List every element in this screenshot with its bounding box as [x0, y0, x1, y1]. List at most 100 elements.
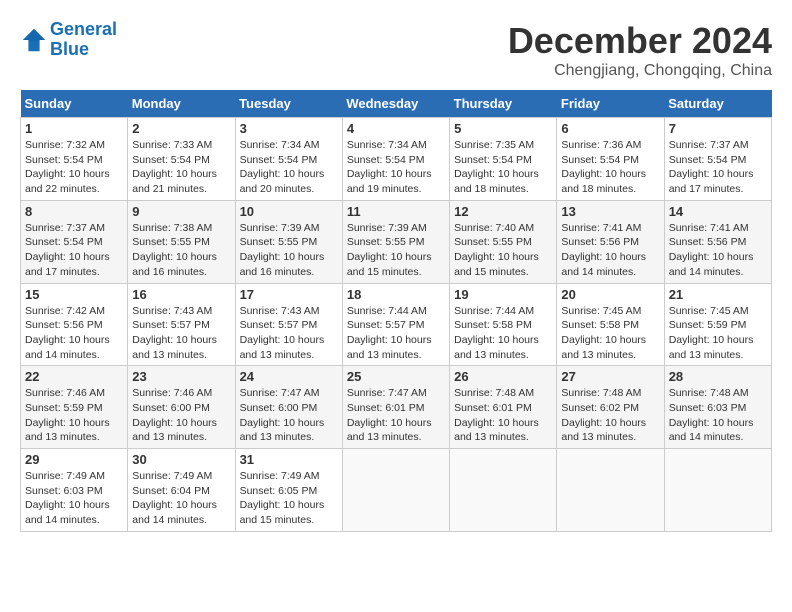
calendar-cell: 7 Sunrise: 7:37 AMSunset: 5:54 PMDaylight…	[664, 118, 771, 201]
day-number: 1	[25, 121, 123, 136]
day-number: 17	[240, 287, 338, 302]
day-info: Sunrise: 7:38 AMSunset: 5:55 PMDaylight:…	[132, 221, 230, 280]
calendar-cell: 5Sunrise: 7:35 AMSunset: 5:54 PMDaylight…	[450, 118, 557, 201]
day-info: Sunrise: 7:45 AMSunset: 5:59 PMDaylight:…	[669, 304, 767, 363]
month-title: December 2024	[508, 20, 772, 62]
day-number: 24	[240, 369, 338, 384]
day-number: 16	[132, 287, 230, 302]
calendar-cell: 31 Sunrise: 7:49 AMSunset: 6:05 PMDayligh…	[235, 449, 342, 532]
calendar-cell: 28 Sunrise: 7:48 AMSunset: 6:03 PMDayligh…	[664, 366, 771, 449]
day-number: 23	[132, 369, 230, 384]
day-info: Sunrise: 7:43 AMSunset: 5:57 PMDaylight:…	[132, 304, 230, 363]
day-number: 27	[561, 369, 659, 384]
day-info: Sunrise: 7:46 AMSunset: 6:00 PMDaylight:…	[132, 386, 230, 445]
calendar-cell: 19 Sunrise: 7:44 AMSunset: 5:58 PMDayligh…	[450, 283, 557, 366]
day-info: Sunrise: 7:39 AMSunset: 5:55 PMDaylight:…	[347, 221, 445, 280]
day-info: Sunrise: 7:40 AMSunset: 5:55 PMDaylight:…	[454, 221, 552, 280]
day-number: 15	[25, 287, 123, 302]
calendar-week-row: 1Sunrise: 7:32 AMSunset: 5:54 PMDaylight…	[21, 118, 772, 201]
col-thursday: Thursday	[450, 90, 557, 118]
day-number: 28	[669, 369, 767, 384]
calendar-body: 1Sunrise: 7:32 AMSunset: 5:54 PMDaylight…	[21, 118, 772, 532]
day-number: 4	[347, 121, 445, 136]
day-number: 9	[132, 204, 230, 219]
day-info: Sunrise: 7:48 AMSunset: 6:03 PMDaylight:…	[669, 386, 767, 445]
calendar-cell: 25 Sunrise: 7:47 AMSunset: 6:01 PMDayligh…	[342, 366, 449, 449]
calendar-cell: 21 Sunrise: 7:45 AMSunset: 5:59 PMDayligh…	[664, 283, 771, 366]
calendar-cell: 13Sunrise: 7:41 AMSunset: 5:56 PMDayligh…	[557, 200, 664, 283]
calendar-cell: 17 Sunrise: 7:43 AMSunset: 5:57 PMDayligh…	[235, 283, 342, 366]
col-sunday: Sunday	[21, 90, 128, 118]
day-number: 22	[25, 369, 123, 384]
day-number: 7	[669, 121, 767, 136]
day-number: 6	[561, 121, 659, 136]
logo-text: General Blue	[50, 20, 117, 60]
day-number: 29	[25, 452, 123, 467]
calendar-cell	[557, 449, 664, 532]
day-info: Sunrise: 7:41 AMSunset: 5:56 PMDaylight:…	[669, 221, 767, 280]
day-info: Sunrise: 7:48 AMSunset: 6:01 PMDaylight:…	[454, 386, 552, 445]
day-info: Sunrise: 7:43 AMSunset: 5:57 PMDaylight:…	[240, 304, 338, 363]
calendar-cell: 20Sunrise: 7:45 AMSunset: 5:58 PMDayligh…	[557, 283, 664, 366]
day-number: 25	[347, 369, 445, 384]
day-number: 14	[669, 204, 767, 219]
day-info: Sunrise: 7:37 AMSunset: 5:54 PMDaylight:…	[25, 221, 123, 280]
day-info: Sunrise: 7:49 AMSunset: 6:04 PMDaylight:…	[132, 469, 230, 528]
location: Chengjiang, Chongqing, China	[508, 62, 772, 80]
day-info: Sunrise: 7:49 AMSunset: 6:05 PMDaylight:…	[240, 469, 338, 528]
day-info: Sunrise: 7:49 AMSunset: 6:03 PMDaylight:…	[25, 469, 123, 528]
day-info: Sunrise: 7:47 AMSunset: 6:00 PMDaylight:…	[240, 386, 338, 445]
calendar-header-row: Sunday Monday Tuesday Wednesday Thursday…	[21, 90, 772, 118]
logo-icon	[20, 26, 48, 54]
day-info: Sunrise: 7:44 AMSunset: 5:57 PMDaylight:…	[347, 304, 445, 363]
calendar-cell: 16 Sunrise: 7:43 AMSunset: 5:57 PMDayligh…	[128, 283, 235, 366]
day-number: 5	[454, 121, 552, 136]
calendar-cell: 10Sunrise: 7:39 AMSunset: 5:55 PMDayligh…	[235, 200, 342, 283]
day-info: Sunrise: 7:37 AMSunset: 5:54 PMDaylight:…	[669, 138, 767, 197]
day-number: 26	[454, 369, 552, 384]
day-info: Sunrise: 7:45 AMSunset: 5:58 PMDaylight:…	[561, 304, 659, 363]
day-number: 31	[240, 452, 338, 467]
day-number: 2	[132, 121, 230, 136]
calendar-cell: 11 Sunrise: 7:39 AMSunset: 5:55 PMDayligh…	[342, 200, 449, 283]
day-info: Sunrise: 7:34 AMSunset: 5:54 PMDaylight:…	[240, 138, 338, 197]
calendar-cell: 1Sunrise: 7:32 AMSunset: 5:54 PMDaylight…	[21, 118, 128, 201]
calendar-week-row: 15Sunrise: 7:42 AMSunset: 5:56 PMDayligh…	[21, 283, 772, 366]
calendar-cell: 18 Sunrise: 7:44 AMSunset: 5:57 PMDayligh…	[342, 283, 449, 366]
day-number: 12	[454, 204, 552, 219]
day-number: 19	[454, 287, 552, 302]
calendar-cell: 26 Sunrise: 7:48 AMSunset: 6:01 PMDayligh…	[450, 366, 557, 449]
day-info: Sunrise: 7:36 AMSunset: 5:54 PMDaylight:…	[561, 138, 659, 197]
day-info: Sunrise: 7:44 AMSunset: 5:58 PMDaylight:…	[454, 304, 552, 363]
calendar-cell	[450, 449, 557, 532]
calendar-week-row: 29 Sunrise: 7:49 AMSunset: 6:03 PMDayligh…	[21, 449, 772, 532]
day-number: 18	[347, 287, 445, 302]
calendar-cell: 27 Sunrise: 7:48 AMSunset: 6:02 PMDayligh…	[557, 366, 664, 449]
col-saturday: Saturday	[664, 90, 771, 118]
day-number: 11	[347, 204, 445, 219]
day-number: 21	[669, 287, 767, 302]
calendar-cell: 22 Sunrise: 7:46 AMSunset: 5:59 PMDayligh…	[21, 366, 128, 449]
logo: General Blue	[20, 20, 117, 60]
calendar-cell: 12 Sunrise: 7:40 AMSunset: 5:55 PMDayligh…	[450, 200, 557, 283]
day-number: 3	[240, 121, 338, 136]
calendar-cell: 23 Sunrise: 7:46 AMSunset: 6:00 PMDayligh…	[128, 366, 235, 449]
day-info: Sunrise: 7:41 AMSunset: 5:56 PMDaylight:…	[561, 221, 659, 280]
day-info: Sunrise: 7:46 AMSunset: 5:59 PMDaylight:…	[25, 386, 123, 445]
calendar-cell: 15Sunrise: 7:42 AMSunset: 5:56 PMDayligh…	[21, 283, 128, 366]
col-tuesday: Tuesday	[235, 90, 342, 118]
calendar-week-row: 22 Sunrise: 7:46 AMSunset: 5:59 PMDayligh…	[21, 366, 772, 449]
calendar-cell: 3 Sunrise: 7:34 AMSunset: 5:54 PMDaylight…	[235, 118, 342, 201]
calendar-cell	[664, 449, 771, 532]
col-monday: Monday	[128, 90, 235, 118]
day-info: Sunrise: 7:47 AMSunset: 6:01 PMDaylight:…	[347, 386, 445, 445]
day-number: 10	[240, 204, 338, 219]
calendar-cell: 6 Sunrise: 7:36 AMSunset: 5:54 PMDaylight…	[557, 118, 664, 201]
calendar-cell: 2Sunrise: 7:33 AMSunset: 5:54 PMDaylight…	[128, 118, 235, 201]
day-info: Sunrise: 7:34 AMSunset: 5:54 PMDaylight:…	[347, 138, 445, 197]
col-friday: Friday	[557, 90, 664, 118]
day-info: Sunrise: 7:48 AMSunset: 6:02 PMDaylight:…	[561, 386, 659, 445]
day-number: 8	[25, 204, 123, 219]
calendar-cell: 8 Sunrise: 7:37 AMSunset: 5:54 PMDaylight…	[21, 200, 128, 283]
calendar-cell: 4 Sunrise: 7:34 AMSunset: 5:54 PMDaylight…	[342, 118, 449, 201]
